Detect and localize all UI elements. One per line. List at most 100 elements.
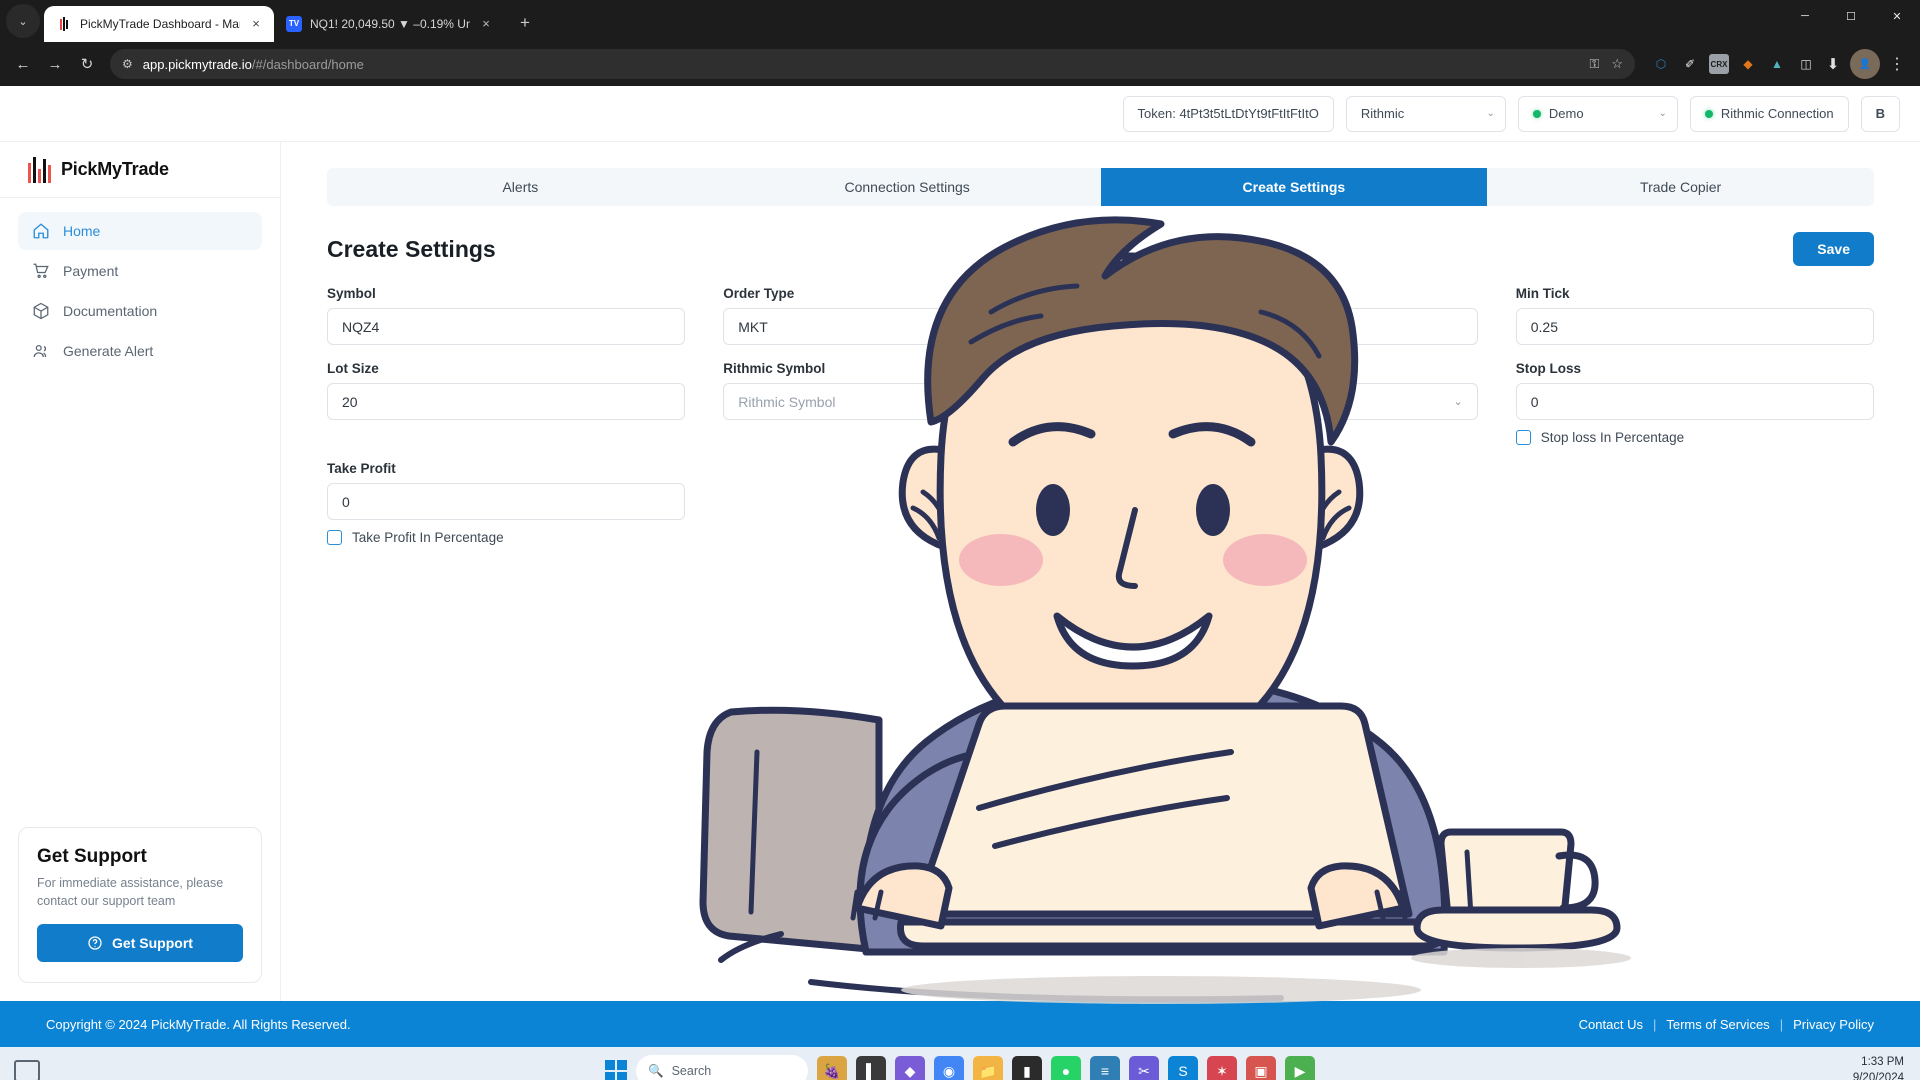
take-profit-input[interactable]: 0 xyxy=(327,483,686,520)
exchange-select[interactable]: Enter Exchange ⌄ xyxy=(1119,383,1478,420)
taskbar-app-dark[interactable]: ▌ xyxy=(856,1056,886,1080)
home-icon xyxy=(32,222,50,240)
tab-alerts[interactable]: Alerts xyxy=(327,168,714,206)
field-label: Rithmic Symbol xyxy=(723,361,826,376)
close-icon[interactable]: × xyxy=(478,16,494,32)
broker-select[interactable]: Rithmic ⌄ xyxy=(1345,95,1506,132)
extension-crx-icon[interactable]: CRX xyxy=(1709,54,1729,74)
extension-arc-icon[interactable]: ▲ xyxy=(1767,54,1787,74)
taskbar-app-notepad[interactable]: ▮ xyxy=(1012,1056,1042,1080)
taskbar-app-pinwheel[interactable]: ✶ xyxy=(1207,1056,1237,1080)
browser-tab-pickmytrade[interactable]: PickMyTrade Dashboard - Mana × xyxy=(44,6,274,42)
extension-blue-hex-icon[interactable]: ⬡ xyxy=(1651,54,1671,74)
extension-metamask-fox-icon[interactable]: ◆ xyxy=(1738,54,1758,74)
taskbar-app-green[interactable]: ▶ xyxy=(1285,1056,1315,1080)
field-label: Stop Loss xyxy=(1515,361,1582,376)
main-content: Alerts Connection Settings Create Settin… xyxy=(281,142,1920,1004)
taskbar-app-explorer[interactable]: 📁 xyxy=(973,1056,1003,1080)
url-path: /#/dashboard/home xyxy=(251,56,364,72)
take-profit-percentage-checkbox[interactable] xyxy=(327,530,342,545)
user-avatar-button[interactable]: B xyxy=(1860,95,1900,132)
taskbar-app-copilot[interactable]: ◆ xyxy=(895,1056,925,1080)
get-support-button-label: Get Support xyxy=(112,935,193,951)
sidebar-item-documentation[interactable]: Documentation xyxy=(18,292,262,330)
tab-connection-settings[interactable]: Connection Settings xyxy=(714,168,1101,206)
stop-loss-input[interactable]: 0 xyxy=(1515,383,1874,420)
app-body: PickMyTrade Home Payment Documentation G… xyxy=(0,142,1920,1004)
extensions-puzzle-icon[interactable]: ◫ xyxy=(1796,54,1816,74)
status-dot xyxy=(1704,109,1713,118)
tab-create-settings[interactable]: Create Settings xyxy=(1100,168,1488,206)
page-header: Create Settings Save xyxy=(327,232,1874,266)
taskbar-app-whatsapp[interactable]: ● xyxy=(1051,1056,1081,1080)
sidebar-item-payment[interactable]: Payment xyxy=(18,252,262,290)
page-title: Create Settings xyxy=(327,235,496,262)
profile-avatar[interactable]: 👤 xyxy=(1850,49,1880,79)
users-icon xyxy=(32,342,50,360)
back-icon[interactable]: ← xyxy=(8,49,38,79)
footer-link-terms[interactable]: Terms of Services xyxy=(1666,1017,1769,1032)
brand[interactable]: PickMyTrade xyxy=(0,142,280,198)
rithmic-symbol-input[interactable]: Rithmic Symbol xyxy=(723,383,1082,420)
save-button[interactable]: Save xyxy=(1793,232,1874,266)
browser-tab-tradingview[interactable]: TV NQ1! 20,049.50 ▼ –0.19% Unn × xyxy=(274,6,504,42)
window-close-button[interactable]: ✕ xyxy=(1874,0,1920,32)
field-lot-size: Lot Size 20 xyxy=(327,361,686,445)
question-circle-icon xyxy=(88,936,102,950)
window-minimize-button[interactable]: ─ xyxy=(1782,0,1828,32)
tab-trade-copier[interactable]: Trade Copier xyxy=(1487,168,1874,206)
taskbar-clock[interactable]: 1:33 PM 9/20/2024 xyxy=(1853,1055,1904,1080)
browser-chrome: ⌄ PickMyTrade Dashboard - Mana × TV NQ1!… xyxy=(0,0,1920,86)
footer-links: Contact Us | Terms of Services | Privacy… xyxy=(1579,1017,1874,1032)
account-select[interactable]: Demo ⌄ xyxy=(1517,95,1678,132)
windows-taskbar: 🔍 Search 🍇 ▌ ◆ ◉ 📁 ▮ ● ≡ ✂ S ✶ ▣ ▶ 1:33 … xyxy=(0,1047,1920,1080)
taskbar-center: 🔍 Search 🍇 ▌ ◆ ◉ 📁 ▮ ● ≡ ✂ S ✶ ▣ ▶ xyxy=(605,1055,1315,1080)
exchange-select-value: Enter Exchange xyxy=(1134,393,1235,410)
connection-status-badge[interactable]: Rithmic Connection xyxy=(1689,95,1849,132)
footer-link-privacy[interactable]: Privacy Policy xyxy=(1793,1017,1874,1032)
taskbar-app-chrome[interactable]: ◉ xyxy=(934,1056,964,1080)
sidebar-item-label: Generate Alert xyxy=(63,343,154,359)
taskbar-left-widget[interactable] xyxy=(14,1060,40,1080)
address-bar[interactable]: ⚙ app.pickmytrade.io/#/dashboard/home ⚿ … xyxy=(110,49,1635,79)
three-dot-menu-icon[interactable]: ⋮ xyxy=(1882,49,1912,79)
taskbar-search[interactable]: 🔍 Search xyxy=(636,1055,808,1080)
key-icon[interactable]: ⚿ xyxy=(1589,56,1599,72)
field-label: Take Profit xyxy=(327,461,396,476)
chevron-down-icon: ⌄ xyxy=(1453,396,1463,408)
footer-separator: | xyxy=(1652,1016,1657,1032)
reload-icon[interactable]: ↻ xyxy=(72,49,102,79)
footer-link-contact-us[interactable]: Contact Us xyxy=(1579,1017,1643,1032)
taskbar-app-snip[interactable]: ✂ xyxy=(1129,1056,1159,1080)
sidebar-item-home[interactable]: Home xyxy=(18,212,262,250)
tab-search-button[interactable]: ⌄ xyxy=(6,4,40,38)
new-tab-button[interactable]: + xyxy=(512,10,538,36)
get-support-button[interactable]: Get Support xyxy=(37,924,243,962)
star-icon[interactable]: ☆ xyxy=(1611,56,1623,72)
symbol-input[interactable]: NQZ4 xyxy=(327,308,686,345)
extension-broom-icon[interactable]: ✐ xyxy=(1680,54,1700,74)
download-icon[interactable]: ⬇ xyxy=(1818,49,1848,79)
grid-filler xyxy=(723,461,1081,545)
sidebar-item-generate-alert[interactable]: Generate Alert xyxy=(18,332,262,370)
stop-loss-percentage-checkbox[interactable] xyxy=(1515,430,1531,445)
order-type-input[interactable]: MKT xyxy=(723,308,1082,345)
taskbar-app-monitor[interactable]: ▣ xyxy=(1246,1056,1276,1080)
quantity-input[interactable]: Enter Quantity xyxy=(1119,308,1478,345)
close-icon[interactable]: × xyxy=(248,16,264,32)
forward-icon[interactable]: → xyxy=(40,49,70,79)
window-maximize-button[interactable]: ☐ xyxy=(1828,0,1874,32)
taskbar-app-fruits[interactable]: 🍇 xyxy=(817,1056,847,1080)
take-profit-percentage-row[interactable]: Take Profit In Percentage xyxy=(327,530,685,545)
min-tick-input[interactable]: 0.25 xyxy=(1515,308,1874,345)
taskbar-app-list[interactable]: ≡ xyxy=(1090,1056,1120,1080)
sidebar-item-label: Home xyxy=(63,223,101,239)
lot-size-input[interactable]: 20 xyxy=(327,383,686,420)
taskbar-app-skype[interactable]: S xyxy=(1168,1056,1198,1080)
omnibox-actions: ⚿ ☆ xyxy=(1589,56,1623,72)
stop-loss-percentage-row[interactable]: Stop loss In Percentage xyxy=(1515,430,1874,445)
widget-icon[interactable] xyxy=(14,1060,40,1080)
sidebar-nav: Home Payment Documentation Generate Aler… xyxy=(0,198,280,370)
windows-start-icon[interactable] xyxy=(605,1060,627,1080)
site-settings-icon[interactable]: ⚙ xyxy=(122,57,133,71)
